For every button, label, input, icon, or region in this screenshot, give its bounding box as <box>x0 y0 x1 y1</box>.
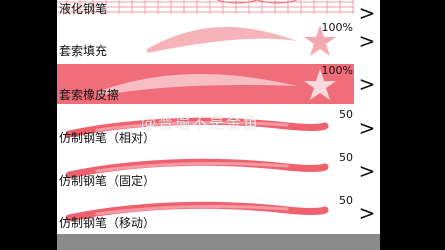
brush-item-lasso-eraser[interactable]: 100% 套索橡皮擦 > <box>57 62 380 107</box>
size-value: 50 <box>339 194 353 207</box>
brush-label: 仿制钢笔（移动） <box>59 216 156 230</box>
opacity-value: 100% <box>321 21 353 34</box>
chevron-right-icon[interactable]: > <box>356 1 378 19</box>
brush-label: 套索橡皮擦 <box>59 88 120 102</box>
brush-item-lasso-fill[interactable]: 100% 套索填充 > <box>57 19 380 63</box>
size-value: 50 <box>339 108 353 121</box>
chevron-right-icon[interactable]: > <box>356 159 378 183</box>
brush-item-clone-pen-fixed[interactable]: 50 仿制钢笔（固定） > <box>57 149 380 193</box>
brush-list-panel: 液化钢笔 > 100% 套索填充 > 100% 套索橡皮擦 > 50 仿制钢笔（… <box>57 0 380 250</box>
opacity-value: 100% <box>321 64 353 77</box>
brush-item-liquify-pen[interactable]: 液化钢笔 > <box>57 0 380 20</box>
watermark: @晋瑜不是金鱼 <box>141 114 261 132</box>
chevron-right-icon[interactable]: > <box>356 201 378 225</box>
chevron-right-icon[interactable]: > <box>356 72 378 96</box>
chevron-right-icon[interactable]: > <box>356 116 378 140</box>
chevron-right-icon[interactable]: > <box>356 29 378 53</box>
brush-label: 仿制钢笔（固定） <box>59 174 156 188</box>
brush-label: 套索填充 <box>59 44 108 58</box>
brush-label: 液化钢笔 <box>59 2 108 16</box>
size-value: 50 <box>339 151 353 164</box>
brush-item-clone-pen-move[interactable]: 50 仿制钢笔（移动） > <box>57 192 380 235</box>
bottom-bar <box>57 234 380 250</box>
